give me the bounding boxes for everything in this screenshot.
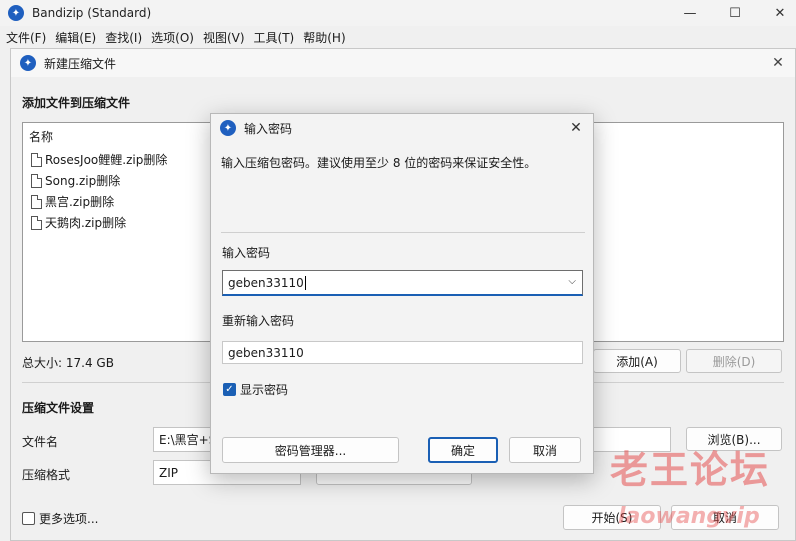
more-options-checkbox[interactable]: 更多选项... [22,510,98,527]
start-button[interactable]: 开始(S) [563,505,661,530]
checkbox-box[interactable] [22,512,35,525]
password-dialog-title: 输入密码 [244,121,293,136]
menu-find[interactable]: 查找(I) [105,29,142,46]
file-icon [31,173,42,188]
menu-file[interactable]: 文件(F) [6,29,46,46]
file-name: 黑宫.zip删除 [45,195,115,209]
password-dialog: ✦ 输入密码 ✕ 输入压缩包密码。建议使用至少 8 位的密码来保证安全性。 输入… [210,113,594,474]
list-item[interactable]: Song.zip删除 [31,172,120,189]
menu-options[interactable]: 选项(O) [151,29,194,46]
close-icon[interactable]: ✕ [567,119,585,137]
total-size: 总大小: 17.4 GB [22,356,114,370]
new-archive-title: 新建压缩文件 [44,56,117,71]
password-description: 输入压缩包密码。建议使用至少 8 位的密码来保证安全性。 [221,156,537,170]
text-caret [304,275,306,290]
delete-button[interactable]: 删除(D) [686,349,782,373]
app-title: Bandizip (Standard) [32,6,152,20]
password-manager-button[interactable]: 密码管理器... [222,437,399,463]
menu-edit[interactable]: 编辑(E) [55,29,96,46]
reenter-password-input[interactable]: geben33110 [222,341,583,364]
column-header-name[interactable]: 名称 [29,128,53,145]
menu-bar: 文件(F) 编辑(E) 查找(I) 选项(O) 视图(V) 工具(T) 帮助(H… [0,27,796,47]
filename-label: 文件名 [22,435,59,449]
bandizip-logo-icon: ✦ [220,120,236,136]
list-item[interactable]: 天鹅肉.zip删除 [31,214,126,231]
new-archive-titlebar: ✦ 新建压缩文件 ✕ [11,49,795,77]
menu-tools[interactable]: 工具(T) [254,29,295,46]
add-files-heading: 添加文件到压缩文件 [22,96,131,110]
close-icon[interactable]: ✕ [769,54,787,72]
format-label: 压缩格式 [22,468,71,482]
show-password-label: 显示密码 [240,383,289,397]
file-icon [31,152,42,167]
menu-help[interactable]: 帮助(H) [303,29,345,46]
password-input[interactable]: geben33110 ⌵ [222,270,583,296]
archive-settings-heading: 压缩文件设置 [22,401,95,415]
file-icon [31,194,42,209]
password-cancel-button[interactable]: 取消 [509,437,581,463]
app-titlebar: ✦ Bandizip (Standard) — ☐ ✕ [0,0,796,26]
browse-button[interactable]: 浏览(B)... [686,427,782,451]
ok-button[interactable]: 确定 [428,437,498,463]
password-label: 输入密码 [222,246,271,260]
maximize-button[interactable]: ☐ [712,0,758,26]
bandizip-logo-icon: ✦ [8,5,24,21]
password-dialog-titlebar: ✦ 输入密码 ✕ [211,114,593,142]
minimize-button[interactable]: — [667,0,713,26]
add-button[interactable]: 添加(A) [593,349,681,373]
more-options-label: 更多选项... [39,512,99,526]
bandizip-logo-icon: ✦ [20,55,36,71]
checkmark-icon[interactable]: ✓ [223,383,236,396]
cancel-button[interactable]: 取消 [671,505,779,530]
menu-view[interactable]: 视图(V) [203,29,245,46]
file-name: Song.zip删除 [45,174,121,188]
close-window-button[interactable]: ✕ [757,0,796,26]
file-name: RosesJoo鲤鲤.zip删除 [45,153,168,167]
file-name: 天鹅肉.zip删除 [45,216,127,230]
show-password-checkbox[interactable]: ✓ 显示密码 [223,381,288,398]
list-item[interactable]: RosesJoo鲤鲤.zip删除 [31,151,167,168]
dialog-divider [221,232,585,233]
password-value: geben33110 [228,275,304,290]
reenter-password-label: 重新输入密码 [222,314,295,328]
chevron-down-icon[interactable]: ⌵ [568,276,576,287]
file-icon [31,215,42,230]
list-item[interactable]: 黑宫.zip删除 [31,193,114,210]
